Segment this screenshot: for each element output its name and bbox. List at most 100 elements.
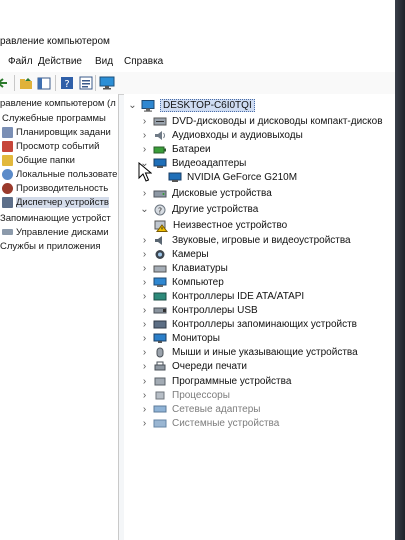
category-usb-controllers[interactable]: › Контроллеры USB (140, 303, 258, 317)
tree-item-services-apps[interactable]: Службы и приложения (0, 239, 100, 253)
device-label: Неизвестное устройство (173, 219, 288, 231)
category-software-devices[interactable]: › Программные устройства (140, 374, 292, 388)
help-icon[interactable]: ? (59, 75, 75, 91)
category-cameras[interactable]: › Камеры (140, 247, 209, 261)
category-label: Мониторы (172, 332, 220, 344)
disk-drive-icon (153, 188, 167, 199)
category-disk-drives[interactable]: › Дисковые устройства (140, 186, 272, 200)
category-keyboards[interactable]: › Клавиатуры (140, 261, 228, 275)
tree-item-device-manager[interactable]: Диспетчер устройств (2, 195, 109, 209)
device-unknown[interactable]: Неизвестное устройство (154, 218, 287, 232)
chevron-right-icon[interactable]: › (140, 305, 149, 316)
chevron-right-icon[interactable]: › (140, 361, 149, 372)
tree-item-label: Служебные программы (2, 112, 106, 124)
tree-item-computer-management[interactable]: равление компьютером (л (0, 96, 116, 110)
tree-item-system-tools[interactable]: Служебные программы (2, 111, 106, 125)
chevron-right-icon[interactable]: › (140, 333, 149, 344)
chevron-right-icon[interactable]: › (140, 291, 149, 302)
category-mice[interactable]: › Мыши и иные указывающие устройства (140, 345, 358, 359)
system-device-icon (153, 418, 167, 429)
tree-item-label: Диспетчер устройств (16, 196, 109, 208)
mouse-cursor-icon (138, 162, 152, 182)
battery-icon (153, 144, 167, 155)
tree-item-event-viewer[interactable]: Просмотр событий (2, 139, 99, 153)
category-display-adapters[interactable]: ⌄ Видеоадаптеры (140, 156, 246, 170)
chevron-right-icon[interactable]: › (140, 404, 149, 415)
tree-item-local-users[interactable]: Локальные пользовате (2, 167, 117, 181)
category-computer[interactable]: › Компьютер (140, 275, 224, 289)
chevron-right-icon[interactable]: › (140, 116, 149, 127)
svg-text:?: ? (158, 206, 162, 215)
tree-item-storage[interactable]: Запоминающие устройст (0, 211, 111, 225)
chevron-right-icon[interactable]: › (140, 263, 149, 274)
event-viewer-icon (2, 140, 13, 152)
device-manager-icon (2, 196, 13, 208)
category-label: Звуковые, игровые и видеоустройства (172, 234, 351, 246)
watermark-text: Avito (326, 502, 381, 527)
chevron-right-icon[interactable]: › (140, 188, 149, 199)
chevron-right-icon[interactable]: › (140, 376, 149, 387)
tree-item-label: Просмотр событий (16, 140, 100, 152)
category-ide-controllers[interactable]: › Контроллеры IDE ATA/ATAPI (140, 289, 304, 303)
console-tree-icon[interactable] (36, 75, 52, 91)
tree-item-task-scheduler[interactable]: Планировщик задани (2, 125, 111, 139)
shared-folders-icon (2, 154, 13, 166)
folder-up-icon[interactable] (18, 75, 34, 91)
chevron-down-icon[interactable]: ⌄ (140, 204, 149, 215)
monitor-icon (153, 333, 167, 344)
tree-item-performance[interactable]: Производительность (2, 181, 108, 195)
chevron-right-icon[interactable]: › (140, 235, 149, 246)
chevron-right-icon[interactable]: › (140, 130, 149, 141)
tree-item-label: Управление дисками (16, 226, 109, 238)
back-arrow-icon[interactable] (0, 75, 10, 91)
tree-item-disk-management[interactable]: Управление дисками (2, 225, 109, 239)
tree-item-label: Общие папки (16, 154, 75, 166)
category-label: Клавиатуры (172, 262, 228, 274)
properties-icon[interactable] (78, 75, 94, 91)
category-label: Контроллеры запоминающих устройств (172, 318, 357, 330)
toolbar: ? (0, 72, 395, 95)
display-adapter-icon (153, 158, 167, 169)
chevron-down-icon[interactable]: ⌄ (128, 100, 137, 111)
chevron-right-icon[interactable]: › (140, 347, 149, 358)
performance-icon (2, 182, 13, 194)
computer-icon (153, 277, 167, 288)
device-tree-root[interactable]: ⌄ DESKTOP-C6I0TQI (128, 98, 255, 112)
toolbar-separator (95, 75, 96, 91)
chevron-right-icon[interactable]: › (140, 277, 149, 288)
category-storage-controllers[interactable]: › Контроллеры запоминающих устройств (140, 317, 357, 331)
chevron-right-icon[interactable]: › (140, 418, 149, 429)
tree-item-label: Локальные пользовате (16, 168, 118, 180)
menu-help[interactable]: Справка (124, 56, 163, 67)
menu-view[interactable]: Вид (95, 56, 113, 67)
monitor-scan-icon[interactable] (99, 75, 115, 91)
toolbar-separator (55, 75, 56, 91)
title-bar: равление компьютером (0, 0, 395, 53)
category-network-adapters[interactable]: › Сетевые адаптеры (140, 402, 261, 416)
chevron-right-icon[interactable]: › (140, 249, 149, 260)
menu-file[interactable]: Файл (8, 56, 33, 67)
category-audio-io[interactable]: › Аудиовходы и аудиовыходы (140, 128, 303, 142)
software-device-icon (153, 376, 167, 387)
users-icon (2, 168, 13, 180)
category-print-queues[interactable]: › Очереди печати (140, 359, 247, 373)
category-sound-video[interactable]: › Звуковые, игровые и видеоустройства (140, 233, 351, 247)
chevron-right-icon[interactable]: › (140, 319, 149, 330)
chevron-right-icon[interactable]: › (140, 144, 149, 155)
menu-bar: Файл Действие Вид Справка (0, 52, 395, 73)
menu-action[interactable]: Действие (38, 56, 82, 67)
tree-item-shared-folders[interactable]: Общие папки (2, 153, 75, 167)
category-other-devices[interactable]: ⌄ ? Другие устройства (140, 202, 258, 216)
toolbar-separator (14, 75, 15, 91)
mouse-icon (153, 347, 167, 358)
ide-controller-icon (153, 291, 167, 302)
category-dvd-drives[interactable]: › DVD-дисководы и дисководы компакт-диск… (140, 114, 383, 128)
device-nvidia-geforce[interactable]: NVIDIA GeForce G210M (168, 170, 297, 184)
display-adapter-icon (168, 172, 182, 183)
category-processors[interactable]: › Процессоры (140, 388, 230, 402)
category-batteries[interactable]: › Батареи (140, 142, 211, 156)
category-label: Аудиовходы и аудиовыходы (172, 129, 303, 141)
chevron-right-icon[interactable]: › (140, 390, 149, 401)
category-monitors[interactable]: › Мониторы (140, 331, 220, 345)
category-system-devices[interactable]: › Системные устройства (140, 416, 279, 430)
